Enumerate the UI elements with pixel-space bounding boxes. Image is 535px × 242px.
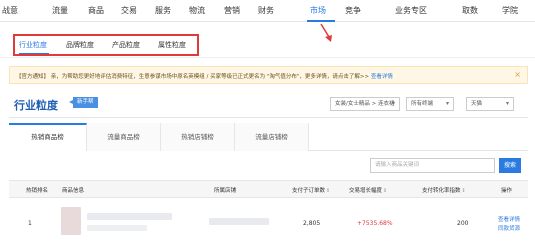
subnav-brand[interactable]: 品牌粒度: [66, 40, 94, 50]
subnav-industry[interactable]: 行业粒度: [19, 40, 47, 50]
beginner-badge[interactable]: 新手帮: [69, 97, 98, 108]
chevron-down-icon: ▾: [505, 100, 509, 107]
product-thumbnail[interactable]: [61, 207, 81, 235]
terminal-select[interactable]: 所有终端 ▾: [406, 97, 454, 111]
tab-traffic-products[interactable]: 流量商品榜: [87, 123, 161, 151]
table-header: 热销排名 商品信息 所属店铺 支付子订单数⇕ 交易增长幅度⇕ 支付转化率指数⇕ …: [9, 180, 528, 198]
sort-icon[interactable]: ⇕: [462, 188, 466, 194]
period-select[interactable]: 天猫 ▾: [466, 97, 514, 111]
nav-item[interactable]: 交易: [121, 5, 137, 16]
search-input[interactable]: 请输入商品关键词: [370, 158, 495, 173]
chevron-down-icon: ▾: [391, 100, 395, 107]
divider: [9, 117, 528, 118]
page-title: 行业粒度: [14, 99, 58, 112]
product-title[interactable]: [87, 213, 172, 220]
col-conversion[interactable]: 支付转化率指数⇕: [422, 186, 466, 194]
col-growth[interactable]: 交易增长幅度⇕: [349, 186, 387, 194]
close-icon[interactable]: ×: [514, 70, 521, 79]
growth-cell: +7535.68%: [357, 220, 393, 227]
subnav-attribute[interactable]: 属性粒度: [158, 40, 186, 50]
tab-hot-shops[interactable]: 热销店铺榜: [161, 123, 235, 151]
search-button[interactable]: 搜索: [499, 158, 521, 173]
nav-item[interactable]: 取数: [462, 5, 478, 16]
col-product: 商品信息: [62, 188, 85, 194]
ranking-tabs: 热销商品榜 流量商品榜 热销店铺榜 流量店铺榜: [9, 123, 528, 151]
col-action: 操作: [501, 188, 513, 194]
nav-item[interactable]: 物流: [189, 5, 205, 16]
tab-traffic-shops[interactable]: 流量店铺榜: [235, 123, 309, 151]
col-orders[interactable]: 支付子订单数⇕: [292, 186, 330, 194]
nav-item-market[interactable]: 市场: [310, 5, 326, 16]
product-subtitle: [87, 225, 147, 231]
chevron-down-icon: ▾: [445, 100, 449, 107]
notice-text: 【官方通知】 亲，为帮助您更好地评估消费特征，生意参谋市场中原名英模组 / 买家…: [16, 74, 393, 80]
nav-item[interactable]: 营销: [224, 5, 240, 16]
shop-name[interactable]: [209, 218, 269, 225]
nav-item[interactable]: 服务: [155, 5, 171, 16]
nav-item[interactable]: 战意: [2, 5, 18, 16]
col-shop: 所属店铺: [214, 188, 237, 194]
nav-item[interactable]: 商品: [88, 5, 104, 16]
top-nav: 战意 流量 商品 交易 服务 物流 营销 财务 市场 竞争 业务专区 取数 学院: [0, 0, 535, 22]
subnav-product[interactable]: 产品粒度: [112, 40, 140, 50]
notice-link[interactable]: 查看详情: [371, 74, 393, 80]
rank-cell: 1: [28, 220, 32, 227]
nav-item[interactable]: 业务专区: [395, 5, 427, 16]
same-source-link[interactable]: 同款货源: [498, 224, 520, 232]
col-rank: 热销排名: [26, 188, 49, 194]
sub-nav: 行业粒度 品牌粒度 产品粒度 属性粒度: [0, 30, 535, 58]
category-select[interactable]: 女装/女士精品 > 连衣裙 ▾: [330, 97, 400, 111]
notice-bar: 【官方通知】 亲，为帮助您更好地评估消费特征，生意参谋市场中原名英模组 / 买家…: [9, 66, 528, 84]
table-row: 1 2,805 +7535.68% 200 查看详情 同款货源: [9, 205, 528, 242]
orders-cell: 2,805: [303, 220, 321, 227]
view-detail-link[interactable]: 查看详情: [498, 215, 520, 223]
nav-item[interactable]: 竞争: [345, 5, 361, 16]
nav-item[interactable]: 流量: [52, 5, 68, 16]
sort-icon[interactable]: ⇕: [383, 188, 387, 194]
conversion-cell: 200: [457, 220, 469, 227]
tab-hot-products[interactable]: 热销商品榜: [9, 123, 87, 151]
subnav-active-indicator: [19, 53, 49, 54]
nav-item[interactable]: 财务: [258, 5, 274, 16]
nav-item[interactable]: 学院: [502, 5, 518, 16]
sort-icon[interactable]: ⇕: [326, 188, 330, 194]
